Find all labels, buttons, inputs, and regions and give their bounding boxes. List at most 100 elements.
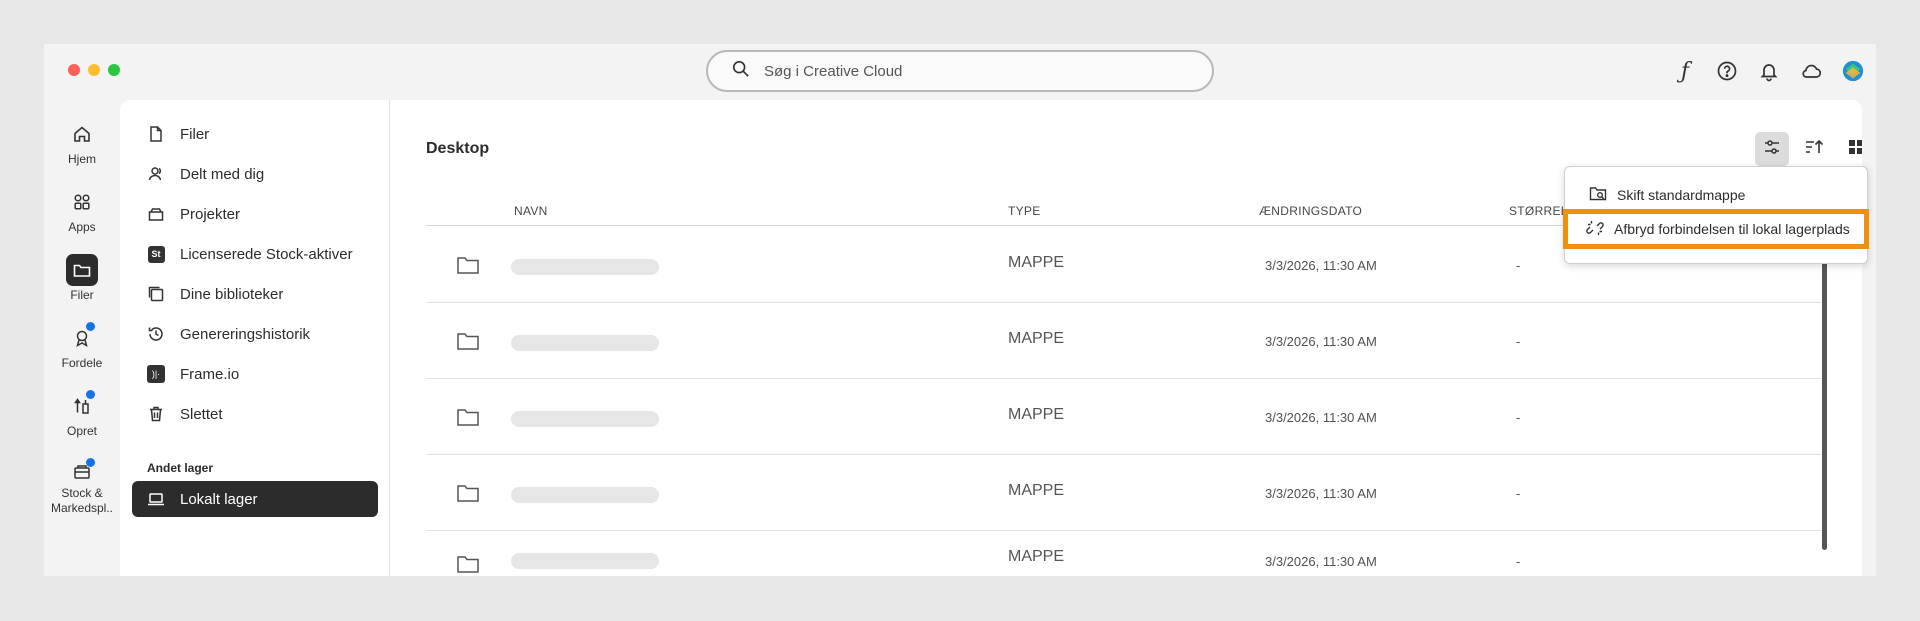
- nav-item-projects[interactable]: Projekter: [132, 196, 378, 232]
- frameio-icon: )|·: [146, 364, 166, 384]
- notification-badge: [86, 458, 95, 467]
- zoom-window-button[interactable]: [108, 64, 120, 76]
- rail-label: Stock & Markedspl..: [50, 486, 114, 515]
- other-storage-heading: Andet lager: [147, 461, 214, 475]
- folder-icon: [66, 254, 98, 286]
- table-row[interactable]: MAPPE 3/3/2026, 11:30 AM -: [426, 303, 1826, 379]
- nav-item-deleted[interactable]: Slettet: [132, 396, 378, 432]
- column-header-name[interactable]: NAVN: [514, 204, 548, 218]
- nav-item-licensed-stock[interactable]: St Licenserede Stock-aktiver: [132, 236, 378, 272]
- column-header-size[interactable]: STØRREL: [1509, 204, 1568, 218]
- app-window: Søg i Creative Cloud ƒ Hjem Apps Filer F…: [44, 44, 1876, 576]
- scrollbar[interactable]: [1822, 260, 1827, 550]
- row-type: MAPPE: [1008, 406, 1065, 423]
- nav-item-history[interactable]: Genereringshistorik: [132, 316, 378, 352]
- table-row[interactable]: MAPPE 3/3/2026, 11:30 AM -: [426, 455, 1826, 531]
- help-icon[interactable]: [1714, 58, 1740, 84]
- rail-item-benefits[interactable]: Fordele: [44, 312, 120, 380]
- row-size: -: [1516, 258, 1521, 273]
- apps-icon: [66, 186, 98, 218]
- rail-item-create[interactable]: Opret: [44, 380, 120, 448]
- grid-view-button[interactable]: [1839, 132, 1862, 166]
- row-date: 3/3/2026, 11:30 AM: [1265, 258, 1377, 273]
- notification-bell-icon[interactable]: [1756, 58, 1782, 84]
- table-row[interactable]: MAPPE 3/3/2026, 11:30 AM -: [426, 379, 1826, 455]
- file-icon: [146, 124, 166, 144]
- name-placeholder: [511, 335, 659, 351]
- row-date: 3/3/2026, 11:30 AM: [1265, 410, 1377, 425]
- table-row[interactable]: MAPPE 3/3/2026, 11:30 AM -: [426, 531, 1826, 576]
- font-icon[interactable]: ƒ: [1672, 58, 1698, 84]
- search-input[interactable]: Søg i Creative Cloud: [764, 63, 902, 80]
- search-icon: [732, 60, 750, 83]
- column-header-modified[interactable]: ÆNDRINGSDATO: [1259, 204, 1362, 218]
- grid-view-icon: [1846, 137, 1862, 162]
- row-date: 3/3/2026, 11:30 AM: [1265, 334, 1377, 349]
- cloud-icon[interactable]: [1798, 58, 1824, 84]
- folder-icon: [456, 255, 480, 275]
- nav-item-label: Genereringshistorik: [180, 325, 311, 343]
- menu-item-label: Afbryd forbindelsen til lokal lagerplads: [1614, 221, 1850, 237]
- projects-icon: [146, 204, 166, 224]
- menu-item-label: Skift standardmappe: [1617, 187, 1746, 203]
- row-type: MAPPE: [1008, 330, 1065, 347]
- avatar[interactable]: [1840, 58, 1866, 84]
- rail-label: Fordele: [61, 356, 103, 370]
- top-bar-icons: ƒ: [1672, 58, 1866, 84]
- row-type: MAPPE: [1008, 254, 1065, 271]
- rail-label: Hjem: [67, 152, 96, 166]
- app-rail: Hjem Apps Filer Fordele Opret Stock & Ma…: [44, 108, 120, 516]
- nav-item-shared[interactable]: Delt med dig: [132, 156, 378, 192]
- filter-button[interactable]: [1755, 132, 1789, 166]
- folder-icon: [456, 407, 480, 427]
- rail-item-apps[interactable]: Apps: [44, 176, 120, 244]
- minimize-window-button[interactable]: [88, 64, 100, 76]
- name-placeholder: [511, 411, 659, 427]
- row-size: -: [1516, 554, 1521, 569]
- libraries-icon: [146, 284, 166, 304]
- notification-badge: [86, 390, 95, 399]
- stock-st-icon: St: [146, 244, 166, 264]
- nav-item-libraries[interactable]: Dine biblioteker: [132, 276, 378, 312]
- nav-item-label: Delt med dig: [180, 165, 265, 183]
- menu-item-disconnect-local-storage[interactable]: Afbryd forbindelsen til lokal lagerplads: [1563, 209, 1869, 249]
- nav-item-frameio[interactable]: )|· Frame.io: [132, 356, 378, 392]
- shared-icon: [146, 164, 166, 184]
- nav-item-label: Slettet: [180, 405, 223, 423]
- rail-label: Opret: [66, 424, 97, 438]
- nav-item-local-storage[interactable]: Lokalt lager: [132, 481, 378, 517]
- folder-icon: [456, 554, 480, 574]
- nav-item-label: Projekter: [180, 205, 241, 223]
- folder-icon: [456, 331, 480, 351]
- rail-label: Filer: [70, 288, 94, 302]
- row-type: MAPPE: [1008, 482, 1065, 499]
- search-bar[interactable]: Søg i Creative Cloud: [706, 50, 1214, 92]
- laptop-icon: [146, 489, 166, 509]
- files-nav: Filer Delt med dig Projekter St Licenser…: [120, 100, 390, 576]
- unlink-icon: [1586, 219, 1614, 240]
- nav-item-files[interactable]: Filer: [132, 116, 378, 152]
- filter-icon: [1762, 137, 1782, 162]
- nav-item-label: Licenserede Stock-aktiver: [180, 245, 353, 263]
- filter-dropdown-menu: Skift standardmappe Afbryd forbindelsen …: [1563, 166, 1869, 264]
- rail-item-home[interactable]: Hjem: [44, 108, 120, 176]
- nav-item-label: Dine biblioteker: [180, 285, 284, 303]
- row-size: -: [1516, 334, 1521, 349]
- rail-item-files[interactable]: Filer: [44, 244, 120, 312]
- folder-icon: [456, 483, 480, 503]
- row-type: MAPPE: [1008, 548, 1065, 565]
- name-placeholder: [511, 487, 659, 503]
- row-date: 3/3/2026, 11:30 AM: [1265, 486, 1377, 501]
- nav-item-label: Lokalt lager: [180, 490, 258, 508]
- page-title: Desktop: [426, 140, 490, 157]
- column-header-type[interactable]: TYPE: [1008, 204, 1041, 218]
- nav-item-label: Frame.io: [180, 365, 240, 383]
- name-placeholder: [511, 553, 659, 569]
- sort-button[interactable]: [1797, 132, 1831, 166]
- close-window-button[interactable]: [68, 64, 80, 76]
- window-controls: [68, 64, 120, 76]
- name-placeholder: [511, 259, 659, 275]
- sort-icon: [1804, 137, 1824, 162]
- history-icon: [146, 324, 166, 344]
- rail-item-stock[interactable]: Stock & Markedspl..: [44, 448, 120, 516]
